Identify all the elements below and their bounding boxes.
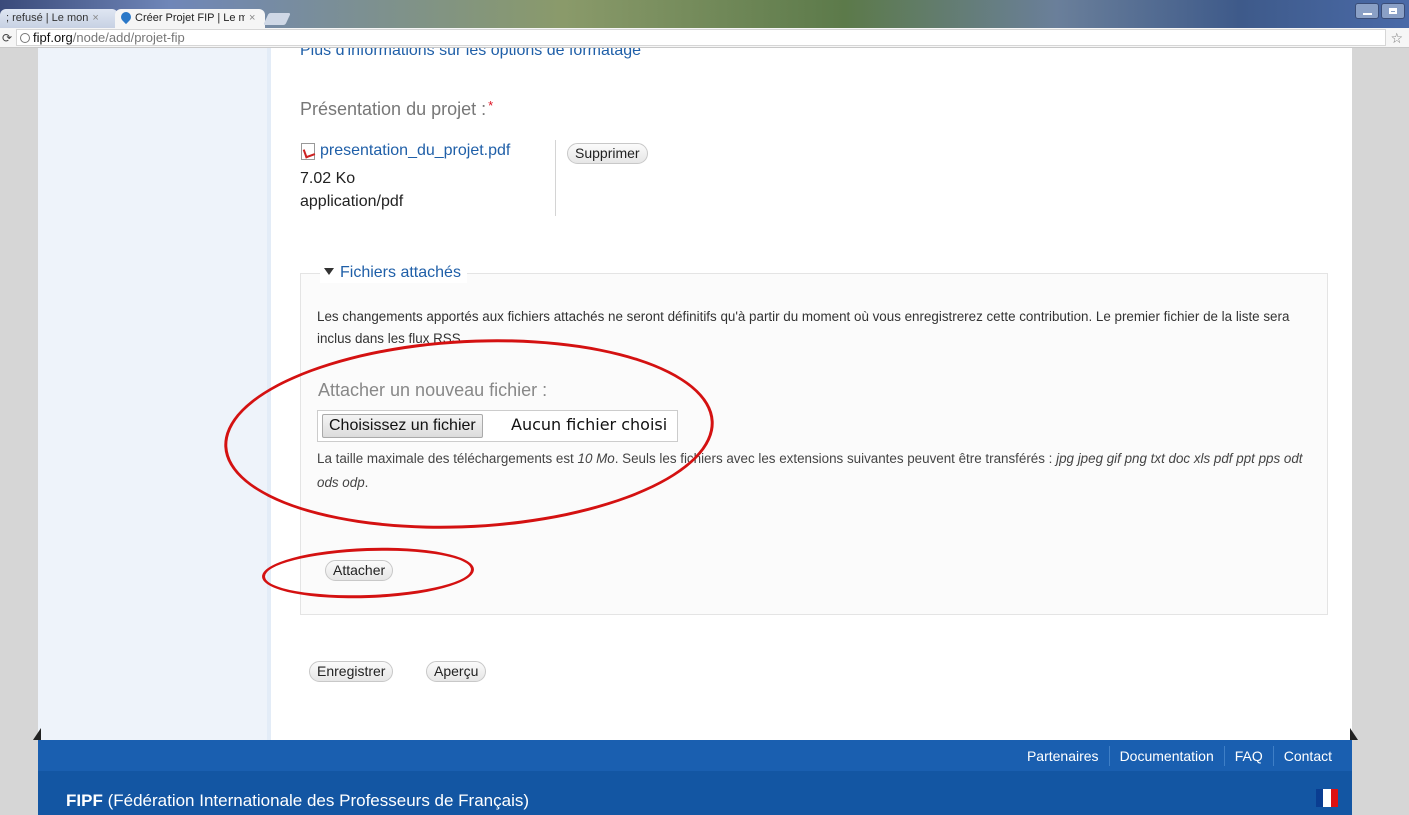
- help-max-size: 10 Mo: [577, 451, 615, 466]
- window-controls: [1355, 3, 1405, 19]
- uploaded-file-link[interactable]: presentation_du_projet.pdf: [320, 142, 510, 160]
- preview-button[interactable]: Aperçu: [426, 661, 487, 682]
- new-file-label: Attacher un nouveau fichier :: [318, 380, 548, 400]
- footer-corner-left: [33, 728, 41, 740]
- footer-nav: Partenaires Documentation FAQ Contact: [1017, 740, 1342, 771]
- help-end: .: [364, 475, 369, 490]
- required-marker: *: [488, 98, 494, 113]
- close-tab-icon[interactable]: ×: [92, 12, 98, 24]
- save-button[interactable]: Enregistrer: [309, 661, 394, 682]
- upload-help-text: La taille maximale des téléchargements e…: [317, 447, 1317, 495]
- attachments-description: Les changements apportés aux fichiers at…: [317, 309, 1290, 346]
- footer-corner-right: [1350, 728, 1358, 740]
- browser-tab-active[interactable]: Créer Projet FIP | Le m ×: [115, 9, 265, 28]
- help-middle: . Seuls les fichiers avec les extensions…: [614, 451, 1057, 466]
- footer-nav-bar: Partenaires Documentation FAQ Contact: [38, 740, 1352, 771]
- attachments-legend[interactable]: Fichiers attachés: [320, 263, 467, 283]
- tab-label: ; refusé | Le mon: [6, 12, 89, 24]
- presentation-label-text: Présentation du projet :: [300, 99, 487, 119]
- close-tab-icon[interactable]: ×: [249, 12, 255, 24]
- new-tab-button[interactable]: [263, 13, 291, 25]
- url-path: /node/add/projet-fip: [72, 30, 185, 45]
- page-info-icon[interactable]: [20, 33, 30, 43]
- footer-link-faq[interactable]: FAQ: [1223, 745, 1273, 766]
- attach-button[interactable]: Attacher: [325, 560, 394, 581]
- browser-tab-inactive[interactable]: ; refusé | Le mon ×: [0, 9, 118, 28]
- bookmark-star-icon[interactable]: ☆: [1390, 28, 1403, 48]
- footer-link-contact[interactable]: Contact: [1272, 745, 1342, 766]
- address-bar: ⟳ fipf.org/node/add/projet-fip ☆: [0, 28, 1409, 48]
- drupal-favicon-icon: [118, 9, 134, 25]
- footer-organization: FIPF (Fédération Internationale des Prof…: [66, 791, 529, 811]
- minimize-button[interactable]: [1355, 3, 1379, 19]
- no-file-chosen-text: Aucun fichier choisi: [511, 415, 668, 434]
- help-prefix: La taille maximale des téléchargements e…: [317, 451, 578, 466]
- attachments-legend-text: Fichiers attachés: [340, 264, 461, 281]
- pdf-file-icon: [301, 143, 315, 160]
- choose-file-button[interactable]: Choisissez un fichier: [322, 414, 483, 438]
- formatting-options-link[interactable]: Plus d'informations sur les options de f…: [300, 48, 641, 62]
- footer-org-full: (Fédération Internationale des Professeu…: [107, 791, 530, 810]
- footer-bottom: FIPF (Fédération Internationale des Prof…: [38, 771, 1352, 815]
- uploaded-file: presentation_du_projet.pdf 7.02 Ko appli…: [300, 140, 556, 216]
- url-field[interactable]: fipf.org/node/add/projet-fip: [16, 29, 1386, 46]
- maximize-button[interactable]: [1381, 3, 1405, 19]
- french-republic-logo-icon: [1316, 789, 1338, 807]
- file-mime-type: application/pdf: [300, 193, 404, 210]
- file-upload-input[interactable]: Choisissez un fichier Aucun fichier choi…: [317, 410, 678, 442]
- tab-label: Créer Projet FIP | Le m: [135, 12, 245, 24]
- collapse-triangle-icon: [324, 268, 334, 275]
- browser-titlebar: ; refusé | Le mon × Créer Projet FIP | Le…: [0, 0, 1409, 28]
- file-size: 7.02 Ko: [300, 170, 356, 187]
- url-host: fipf.org: [33, 30, 73, 45]
- reload-icon[interactable]: ⟳: [2, 28, 12, 48]
- footer-org-abbr: FIPF: [66, 791, 103, 810]
- footer-link-partenaires[interactable]: Partenaires: [1017, 746, 1109, 766]
- footer-link-documentation[interactable]: Documentation: [1108, 745, 1224, 766]
- left-sidebar: [38, 48, 271, 740]
- presentation-field-label: Présentation du projet : *: [300, 98, 493, 120]
- delete-file-button[interactable]: Supprimer: [567, 143, 648, 164]
